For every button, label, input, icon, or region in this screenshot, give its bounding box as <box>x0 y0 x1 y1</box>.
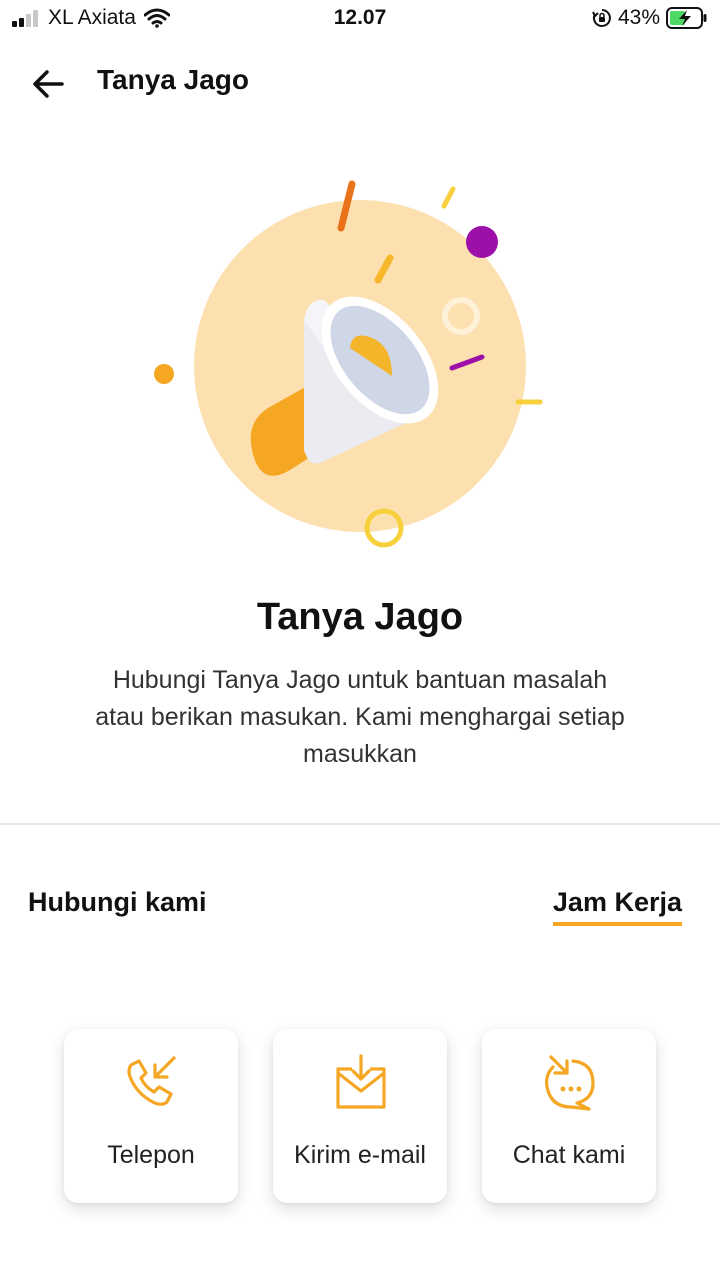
chat-bubble-icon <box>545 1055 595 1111</box>
arrow-left-icon <box>33 70 64 98</box>
status-bar: XL Axiata 12.07 43% <box>0 0 720 40</box>
working-hours-link[interactable]: Jam Kerja <box>552 887 682 926</box>
chat-card[interactable]: Chat kami <box>482 1029 656 1203</box>
status-right: 43% <box>592 6 708 30</box>
card-label: Chat kami <box>512 1141 626 1169</box>
battery-percent: 43% <box>617 6 660 29</box>
megaphone-illustration <box>154 180 543 548</box>
app-header: Tanya Jago <box>0 50 720 114</box>
screen: XL Axiata 12.07 43% Tanya Jago Tanya Jag… <box>0 0 720 1280</box>
phone-incoming-icon <box>127 1056 176 1106</box>
hero-description-line: atau berikan masukan. Kami menghargai se… <box>95 703 625 731</box>
section-title: Hubungi kami <box>28 887 207 917</box>
mail-download-icon <box>336 1054 386 1109</box>
contact-options: Telepon Kirim e-mail Chat kami <box>64 1029 656 1203</box>
email-card[interactable]: Kirim e-mail <box>273 1029 447 1203</box>
card-label: Telepon <box>107 1141 195 1169</box>
card-label: Kirim e-mail <box>294 1141 426 1169</box>
page-title: Tanya Jago <box>97 64 249 95</box>
back-button[interactable] <box>26 64 70 104</box>
orientation-lock-icon <box>592 9 611 27</box>
divider <box>0 823 720 825</box>
hero-description-line: Hubungi Tanya Jago untuk bantuan masalah <box>112 666 608 694</box>
hero-description-line: masukkan <box>303 740 417 768</box>
battery-charging-icon <box>666 7 707 29</box>
hero-description: Hubungi Tanya Jago untuk bantuan masalah… <box>60 662 660 773</box>
hero-title: Tanya Jago <box>256 596 464 638</box>
phone-card[interactable]: Telepon <box>64 1029 238 1203</box>
